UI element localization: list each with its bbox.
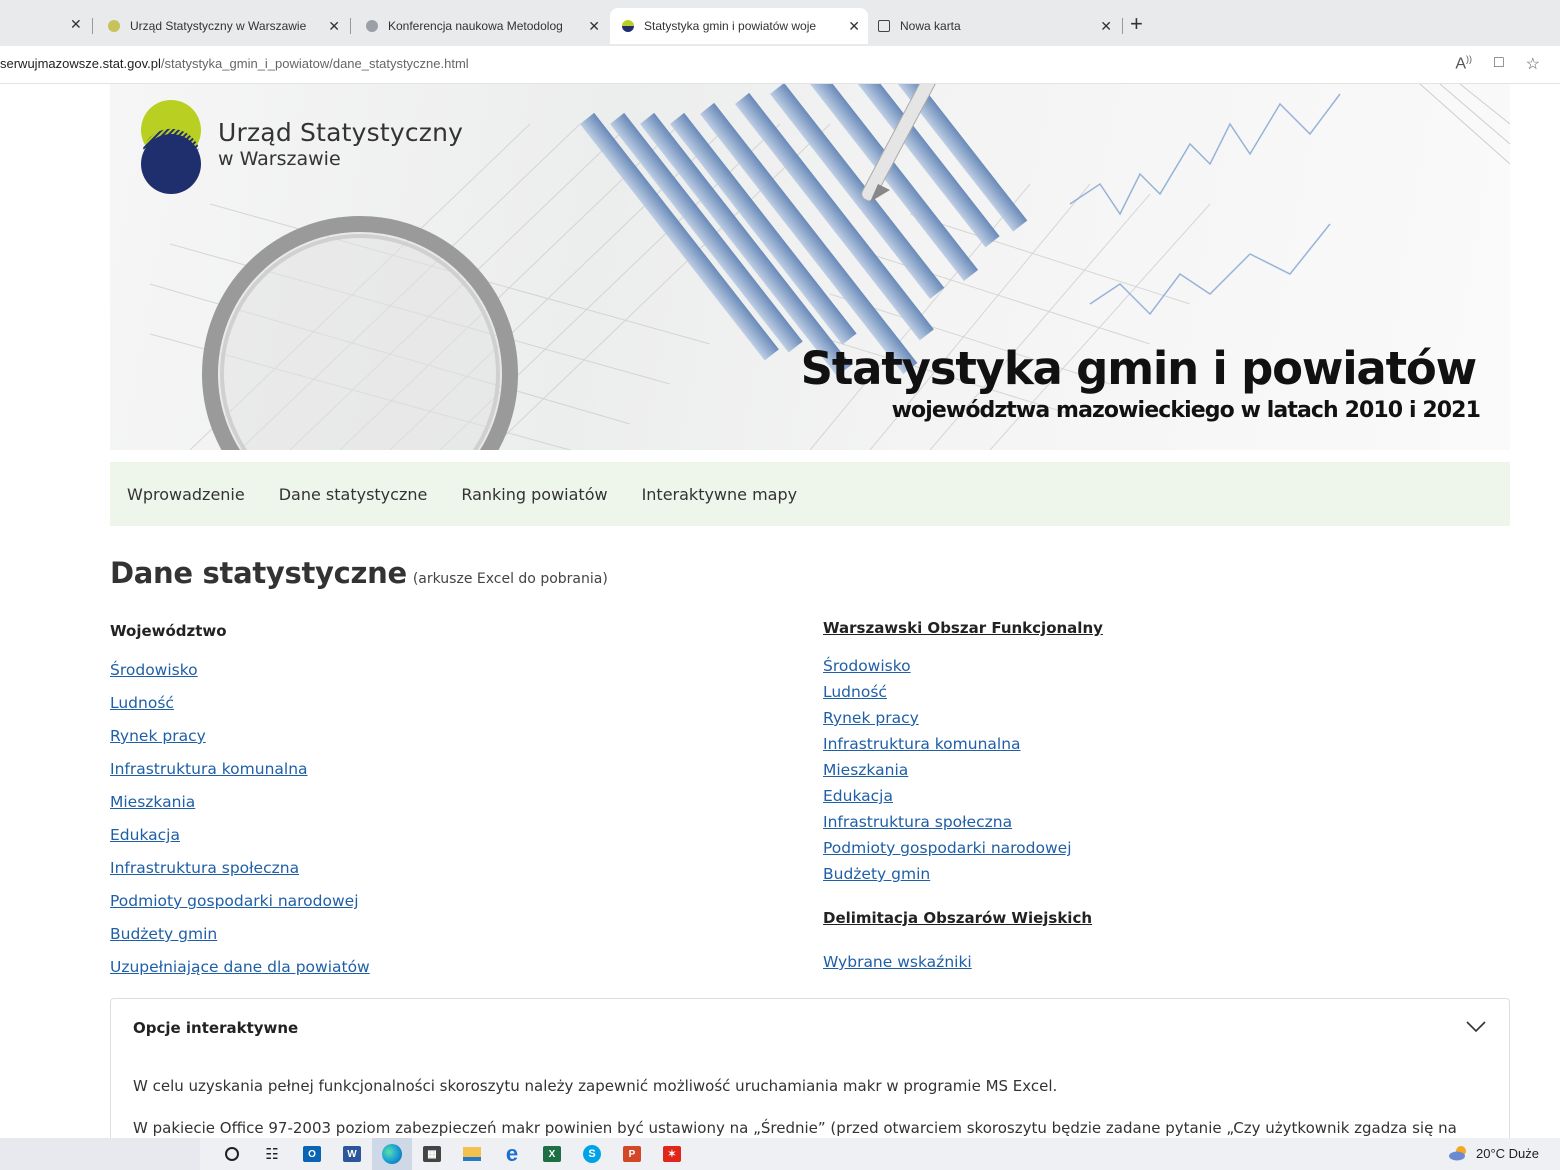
outlook-icon[interactable]: O bbox=[292, 1138, 332, 1170]
task-view-icon[interactable]: ☷ bbox=[252, 1138, 292, 1170]
link-edukacja[interactable]: Edukacja bbox=[823, 783, 1103, 809]
site-favicon-icon bbox=[366, 20, 378, 32]
page-title: Dane statystyczne (arkusze Excel do pobra… bbox=[110, 556, 608, 590]
section-heading-wof[interactable]: Warszawski Obszar Funkcjonalny bbox=[823, 619, 1103, 637]
link-infrastruktura-komunalna[interactable]: Infrastruktura komunalna bbox=[110, 753, 370, 786]
close-tab-icon[interactable]: ✕ bbox=[328, 18, 340, 34]
weather-cloud-sun-icon bbox=[1449, 1146, 1466, 1161]
nav-item-dane-statystyczne[interactable]: Dane statystyczne bbox=[279, 485, 428, 504]
read-aloud-icon[interactable]: A)) bbox=[1455, 54, 1472, 74]
accordion-paragraph-1: W celu uzyskania pełnej funkcjonalności … bbox=[133, 1077, 1058, 1095]
tab-title: Konferencja naukowa Metodolog bbox=[388, 19, 563, 33]
site-favicon-icon bbox=[108, 20, 120, 32]
skype-icon[interactable]: S bbox=[572, 1138, 612, 1170]
tab-separator bbox=[92, 18, 93, 34]
link-budzety-gmin[interactable]: Budżety gmin bbox=[823, 861, 1103, 887]
weather-widget[interactable]: 20°C Duże bbox=[1448, 1145, 1539, 1161]
link-uzupelniajace-dane[interactable]: Uzupełniające dane dla powiatów bbox=[110, 951, 370, 984]
new-tab-button[interactable]: + bbox=[1130, 12, 1143, 36]
link-srodowisko[interactable]: Środowisko bbox=[823, 653, 1103, 679]
excel-icon[interactable]: X bbox=[532, 1138, 572, 1170]
logo-mark-icon bbox=[136, 98, 206, 198]
link-ludnosc[interactable]: Ludność bbox=[110, 687, 370, 720]
interactive-options-accordion: Opcje interaktywne W celu uzyskania pełn… bbox=[110, 998, 1510, 1138]
chevron-down-icon[interactable] bbox=[1465, 1019, 1487, 1033]
powerpoint-icon[interactable]: P bbox=[612, 1138, 652, 1170]
immersive-reader-icon[interactable]: □ bbox=[1494, 54, 1504, 74]
accordion-heading[interactable]: Opcje interaktywne bbox=[133, 1019, 298, 1037]
nav-item-interaktywne-mapy[interactable]: Interaktywne mapy bbox=[642, 485, 798, 504]
word-icon[interactable]: W bbox=[332, 1138, 372, 1170]
internet-explorer-icon[interactable]: e bbox=[492, 1138, 532, 1170]
address-bar: serwujmazowsze.stat.gov.pl/statystyka_gm… bbox=[0, 46, 1560, 84]
calculator-icon[interactable]: ▦ bbox=[412, 1138, 452, 1170]
site-favicon-icon bbox=[622, 20, 634, 32]
logo-line-1: Urząd Statystyczny bbox=[218, 118, 464, 147]
link-budzety-gmin[interactable]: Budżety gmin bbox=[110, 918, 370, 951]
tab-title: Nowa karta bbox=[900, 19, 961, 33]
section-heading-wojewodztwo: Województwo bbox=[110, 622, 227, 640]
tab-separator bbox=[1122, 18, 1123, 34]
weather-text: 20°C Duże bbox=[1476, 1145, 1540, 1161]
main-navigation: Wprowadzenie Dane statystyczne Ranking p… bbox=[110, 462, 1510, 526]
link-infrastruktura-komunalna[interactable]: Infrastruktura komunalna bbox=[823, 731, 1103, 757]
link-ludnosc[interactable]: Ludność bbox=[823, 679, 1103, 705]
acrobat-icon[interactable]: ✶ bbox=[652, 1138, 692, 1170]
header-banner: Urząd Statystyczny w Warszawie Statystyk… bbox=[110, 84, 1510, 450]
taskbar-empty-area bbox=[0, 1138, 200, 1170]
tab-separator bbox=[350, 18, 351, 34]
page-title-text: Dane statystyczne bbox=[110, 556, 407, 590]
nav-item-ranking-powiatow[interactable]: Ranking powiatów bbox=[461, 485, 607, 504]
url-domain: serwujmazowsze.stat.gov.pl bbox=[0, 56, 161, 71]
link-rynek-pracy[interactable]: Rynek pracy bbox=[110, 720, 370, 753]
page-title-note: (arkusze Excel do pobrania) bbox=[412, 571, 608, 587]
edge-icon[interactable] bbox=[372, 1138, 412, 1170]
link-edukacja[interactable]: Edukacja bbox=[110, 819, 370, 852]
close-tab-icon[interactable]: ✕ bbox=[1100, 18, 1112, 34]
link-infrastruktura-spoleczna[interactable]: Infrastruktura społeczna bbox=[110, 852, 370, 885]
link-podmioty-gospodarki[interactable]: Podmioty gospodarki narodowej bbox=[110, 885, 370, 918]
link-wybrane-wskazniki[interactable]: Wybrane wskaźniki bbox=[823, 949, 1103, 975]
tab-konferencja[interactable]: Konferencja naukowa Metodolog ✕ bbox=[358, 8, 608, 44]
wof-section: Warszawski Obszar Funkcjonalny Środowisk… bbox=[823, 619, 1103, 975]
institution-logo[interactable]: Urząd Statystyczny w Warszawie bbox=[136, 98, 463, 198]
link-podmioty-gospodarki[interactable]: Podmioty gospodarki narodowej bbox=[823, 835, 1103, 861]
windows-taskbar: ☷ O W ▦ e X S P ✶ 20°C Duże bbox=[0, 1138, 1560, 1170]
cortana-icon[interactable] bbox=[212, 1138, 252, 1170]
tab-title: Urząd Statystyczny w Warszawie bbox=[130, 19, 307, 33]
nav-item-wprowadzenie[interactable]: Wprowadzenie bbox=[127, 485, 245, 504]
tab-title: Statystyka gmin i powiatów woje bbox=[644, 19, 817, 33]
favorite-star-icon[interactable]: ☆ bbox=[1526, 54, 1540, 74]
browser-tab-bar: ✕ Urząd Statystyczny w Warszawie ✕ Konfe… bbox=[0, 0, 1560, 46]
section-heading-delimitacja[interactable]: Delimitacja Obszarów Wiejskich bbox=[823, 909, 1103, 927]
close-tab-icon[interactable]: ✕ bbox=[588, 18, 600, 34]
link-mieszkania[interactable]: Mieszkania bbox=[110, 786, 370, 819]
new-tab-page-icon bbox=[878, 20, 890, 32]
tab-nowa-karta[interactable]: Nowa karta ✕ bbox=[870, 8, 1120, 44]
link-srodowisko[interactable]: Środowisko bbox=[110, 654, 370, 687]
close-tab-icon[interactable]: ✕ bbox=[70, 16, 82, 33]
url-path: /statystyka_gmin_i_powiatow/dane_statyst… bbox=[160, 56, 469, 71]
logo-line-2: w Warszawie bbox=[218, 148, 341, 170]
link-infrastruktura-spoleczna[interactable]: Infrastruktura społeczna bbox=[823, 809, 1103, 835]
banner-subtitle: województwa mazowieckiego w latach 2010 … bbox=[891, 398, 1481, 423]
accordion-paragraph-2: W pakiecie Office 97-2003 poziom zabezpi… bbox=[133, 1119, 1457, 1137]
link-mieszkania[interactable]: Mieszkania bbox=[823, 757, 1103, 783]
url-field[interactable]: serwujmazowsze.stat.gov.pl/statystyka_gm… bbox=[0, 56, 469, 71]
file-explorer-icon[interactable] bbox=[452, 1138, 492, 1170]
wojewodztwo-section: Województwo Środowisko Ludność Rynek pra… bbox=[110, 622, 370, 984]
link-rynek-pracy[interactable]: Rynek pracy bbox=[823, 705, 1103, 731]
banner-title: Statystyka gmin i powiatów bbox=[800, 342, 1478, 395]
close-tab-icon[interactable]: ✕ bbox=[848, 18, 860, 34]
tab-statystyka-active[interactable]: Statystyka gmin i powiatów woje ✕ bbox=[610, 8, 868, 44]
tab-urzad[interactable]: Urząd Statystyczny w Warszawie ✕ bbox=[100, 8, 348, 44]
